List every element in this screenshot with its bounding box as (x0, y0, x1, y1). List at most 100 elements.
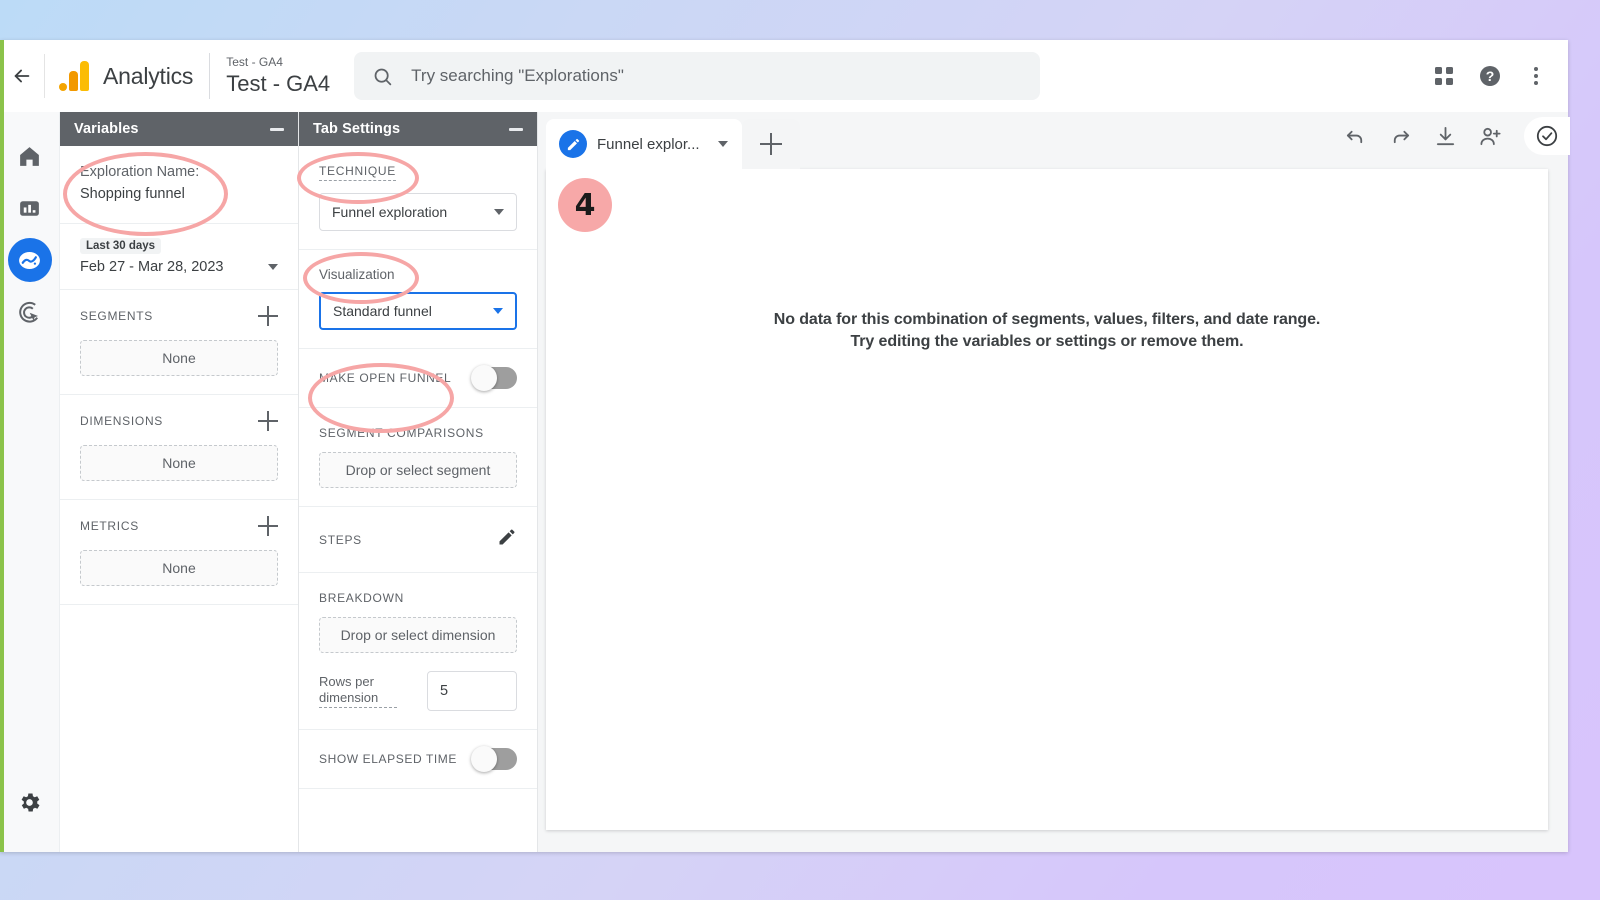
technique-select[interactable]: Funnel exploration (319, 193, 517, 231)
metrics-section: METRICS None (60, 500, 298, 605)
apps-grid-icon[interactable] (1432, 64, 1456, 88)
make-open-funnel-label: MAKE OPEN FUNNEL (319, 371, 452, 385)
breakdown-section: BREAKDOWN Drop or select dimension Rows … (299, 573, 537, 730)
make-open-funnel-toggle[interactable] (471, 365, 517, 391)
steps-label: STEPS (319, 532, 362, 547)
technique-label: TECHNIQUE (319, 164, 396, 181)
search-input[interactable]: Try searching "Explorations" (354, 52, 1041, 100)
sidebar-item-admin[interactable] (8, 780, 52, 824)
person-add-icon[interactable] (1479, 125, 1502, 148)
segments-label: SEGMENTS (80, 309, 153, 323)
redo-icon[interactable] (1389, 125, 1412, 148)
segment-comparisons-dropzone[interactable]: Drop or select segment (319, 452, 517, 488)
tab-settings-panel: Tab Settings TECHNIQUE Funnel exploratio… (299, 112, 538, 852)
visualization-select[interactable]: Standard funnel (319, 292, 517, 330)
minimize-icon[interactable] (270, 127, 284, 131)
chevron-down-icon (494, 209, 504, 215)
header-divider (44, 54, 45, 98)
no-data-line-1: No data for this combination of segments… (773, 311, 1321, 328)
add-dimension-plus-icon[interactable] (258, 411, 278, 431)
undo-icon[interactable] (1344, 125, 1367, 148)
segments-value[interactable]: None (80, 340, 278, 376)
date-range-value: Feb 27 - Mar 28, 2023 (80, 259, 224, 275)
plus-icon (759, 133, 782, 155)
add-segment-plus-icon[interactable] (258, 306, 278, 326)
brand-title: Analytics (103, 62, 194, 89)
explore-compass-icon (19, 251, 40, 269)
show-elapsed-time-label: SHOW ELAPSED TIME (319, 752, 458, 766)
report-tab-bar: Funnel explor... (538, 112, 1570, 169)
global-header: Analytics Test - GA4 Test - GA4 Try sear… (0, 40, 1568, 112)
technique-section: TECHNIQUE Funnel exploration (299, 146, 537, 250)
visualization-label: Visualization (319, 267, 395, 282)
exploration-name-label: Exploration Name: (80, 164, 200, 180)
exploration-name-value: Shopping funnel (80, 186, 185, 202)
sidebar-item-home[interactable] (8, 134, 52, 178)
property-name: Test - GA4 (226, 71, 331, 96)
bar-chart-icon (20, 200, 39, 216)
breakdown-dropzone[interactable]: Drop or select dimension (319, 617, 517, 653)
home-icon (20, 146, 39, 166)
dimensions-value[interactable]: None (80, 445, 278, 481)
exploration-canvas: No data for this combination of segments… (546, 169, 1548, 830)
main-canvas-area: Funnel explor... No data for this combin… (538, 112, 1570, 852)
property-selector[interactable]: Test - GA4 Test - GA4 (226, 55, 330, 97)
minimize-icon[interactable] (509, 127, 523, 131)
property-divider (209, 53, 211, 99)
sidebar-item-reports[interactable] (8, 186, 52, 230)
chevron-down-icon[interactable] (268, 264, 278, 270)
segments-section: SEGMENTS None (60, 290, 298, 395)
variables-panel-title: Variables (74, 121, 139, 137)
steps-section: STEPS (299, 507, 537, 573)
download-icon[interactable] (1434, 125, 1457, 148)
tab-settings-panel-header: Tab Settings (299, 112, 537, 146)
rows-per-dimension-label: Rows per dimension (319, 674, 397, 708)
breakdown-label: BREAKDOWN (319, 591, 404, 605)
tab-settings-panel-title: Tab Settings (313, 121, 401, 137)
sidebar-item-advertising[interactable] (8, 290, 52, 334)
add-metric-plus-icon[interactable] (258, 516, 278, 536)
more-vertical-icon[interactable] (1524, 64, 1548, 88)
left-nav-rail (0, 112, 60, 852)
date-range-chip: Last 30 days (80, 238, 162, 254)
back-arrow-icon[interactable] (0, 40, 44, 112)
dimensions-label: DIMENSIONS (80, 414, 164, 428)
add-tab-button[interactable] (741, 119, 800, 169)
tab-settings-panel-body: TECHNIQUE Funnel exploration Visualizati… (299, 146, 537, 852)
rows-per-dimension-select[interactable]: 5 (427, 671, 517, 711)
metrics-label: METRICS (80, 519, 139, 533)
annotation-step-badge: 4 (558, 178, 612, 232)
date-range-selector[interactable]: Last 30 days Feb 27 - Mar 28, 2023 (60, 224, 298, 290)
app-body: Variables Exploration Name: Shopping fun… (0, 112, 1570, 852)
svg-text:?: ? (1486, 68, 1495, 84)
tab-funnel-exploration[interactable]: Funnel explor... (546, 119, 742, 169)
canvas-toolbar (1344, 117, 1570, 169)
technique-value: Funnel exploration (332, 204, 448, 220)
exploration-name-section[interactable]: Exploration Name: Shopping funnel (60, 146, 298, 224)
header-actions: ? (1432, 64, 1568, 88)
show-elapsed-time-toggle[interactable] (471, 746, 517, 772)
metrics-value[interactable]: None (80, 550, 278, 586)
saved-status-button[interactable] (1524, 117, 1570, 155)
make-open-funnel-row: MAKE OPEN FUNNEL (299, 349, 537, 408)
search-placeholder: Try searching "Explorations" (411, 66, 624, 85)
left-green-accent (0, 40, 4, 852)
visualization-section: Visualization Standard funnel (299, 250, 537, 349)
advertising-target-icon (19, 301, 39, 323)
help-circle-icon[interactable]: ? (1478, 64, 1502, 88)
chevron-down-icon[interactable] (717, 141, 728, 147)
no-data-message: No data for this combination of segments… (773, 309, 1321, 353)
search-icon (374, 68, 392, 85)
variables-panel-header: Variables (60, 112, 298, 146)
dimensions-section: DIMENSIONS None (60, 395, 298, 500)
analytics-app-window: Analytics Test - GA4 Test - GA4 Try sear… (0, 40, 1570, 852)
segment-comparisons-label: SEGMENT COMPARISONS (319, 426, 484, 440)
variables-panel-body: Exploration Name: Shopping funnel Last 3… (60, 146, 298, 852)
tab-label: Funnel explor... (597, 135, 700, 153)
show-elapsed-time-row: SHOW ELAPSED TIME (299, 730, 537, 789)
visualization-value: Standard funnel (333, 303, 432, 319)
check-circle-icon (1536, 125, 1558, 147)
pencil-circle-icon (559, 130, 587, 158)
steps-edit-pencil-icon[interactable] (497, 527, 517, 552)
sidebar-item-explore[interactable] (7, 238, 52, 282)
